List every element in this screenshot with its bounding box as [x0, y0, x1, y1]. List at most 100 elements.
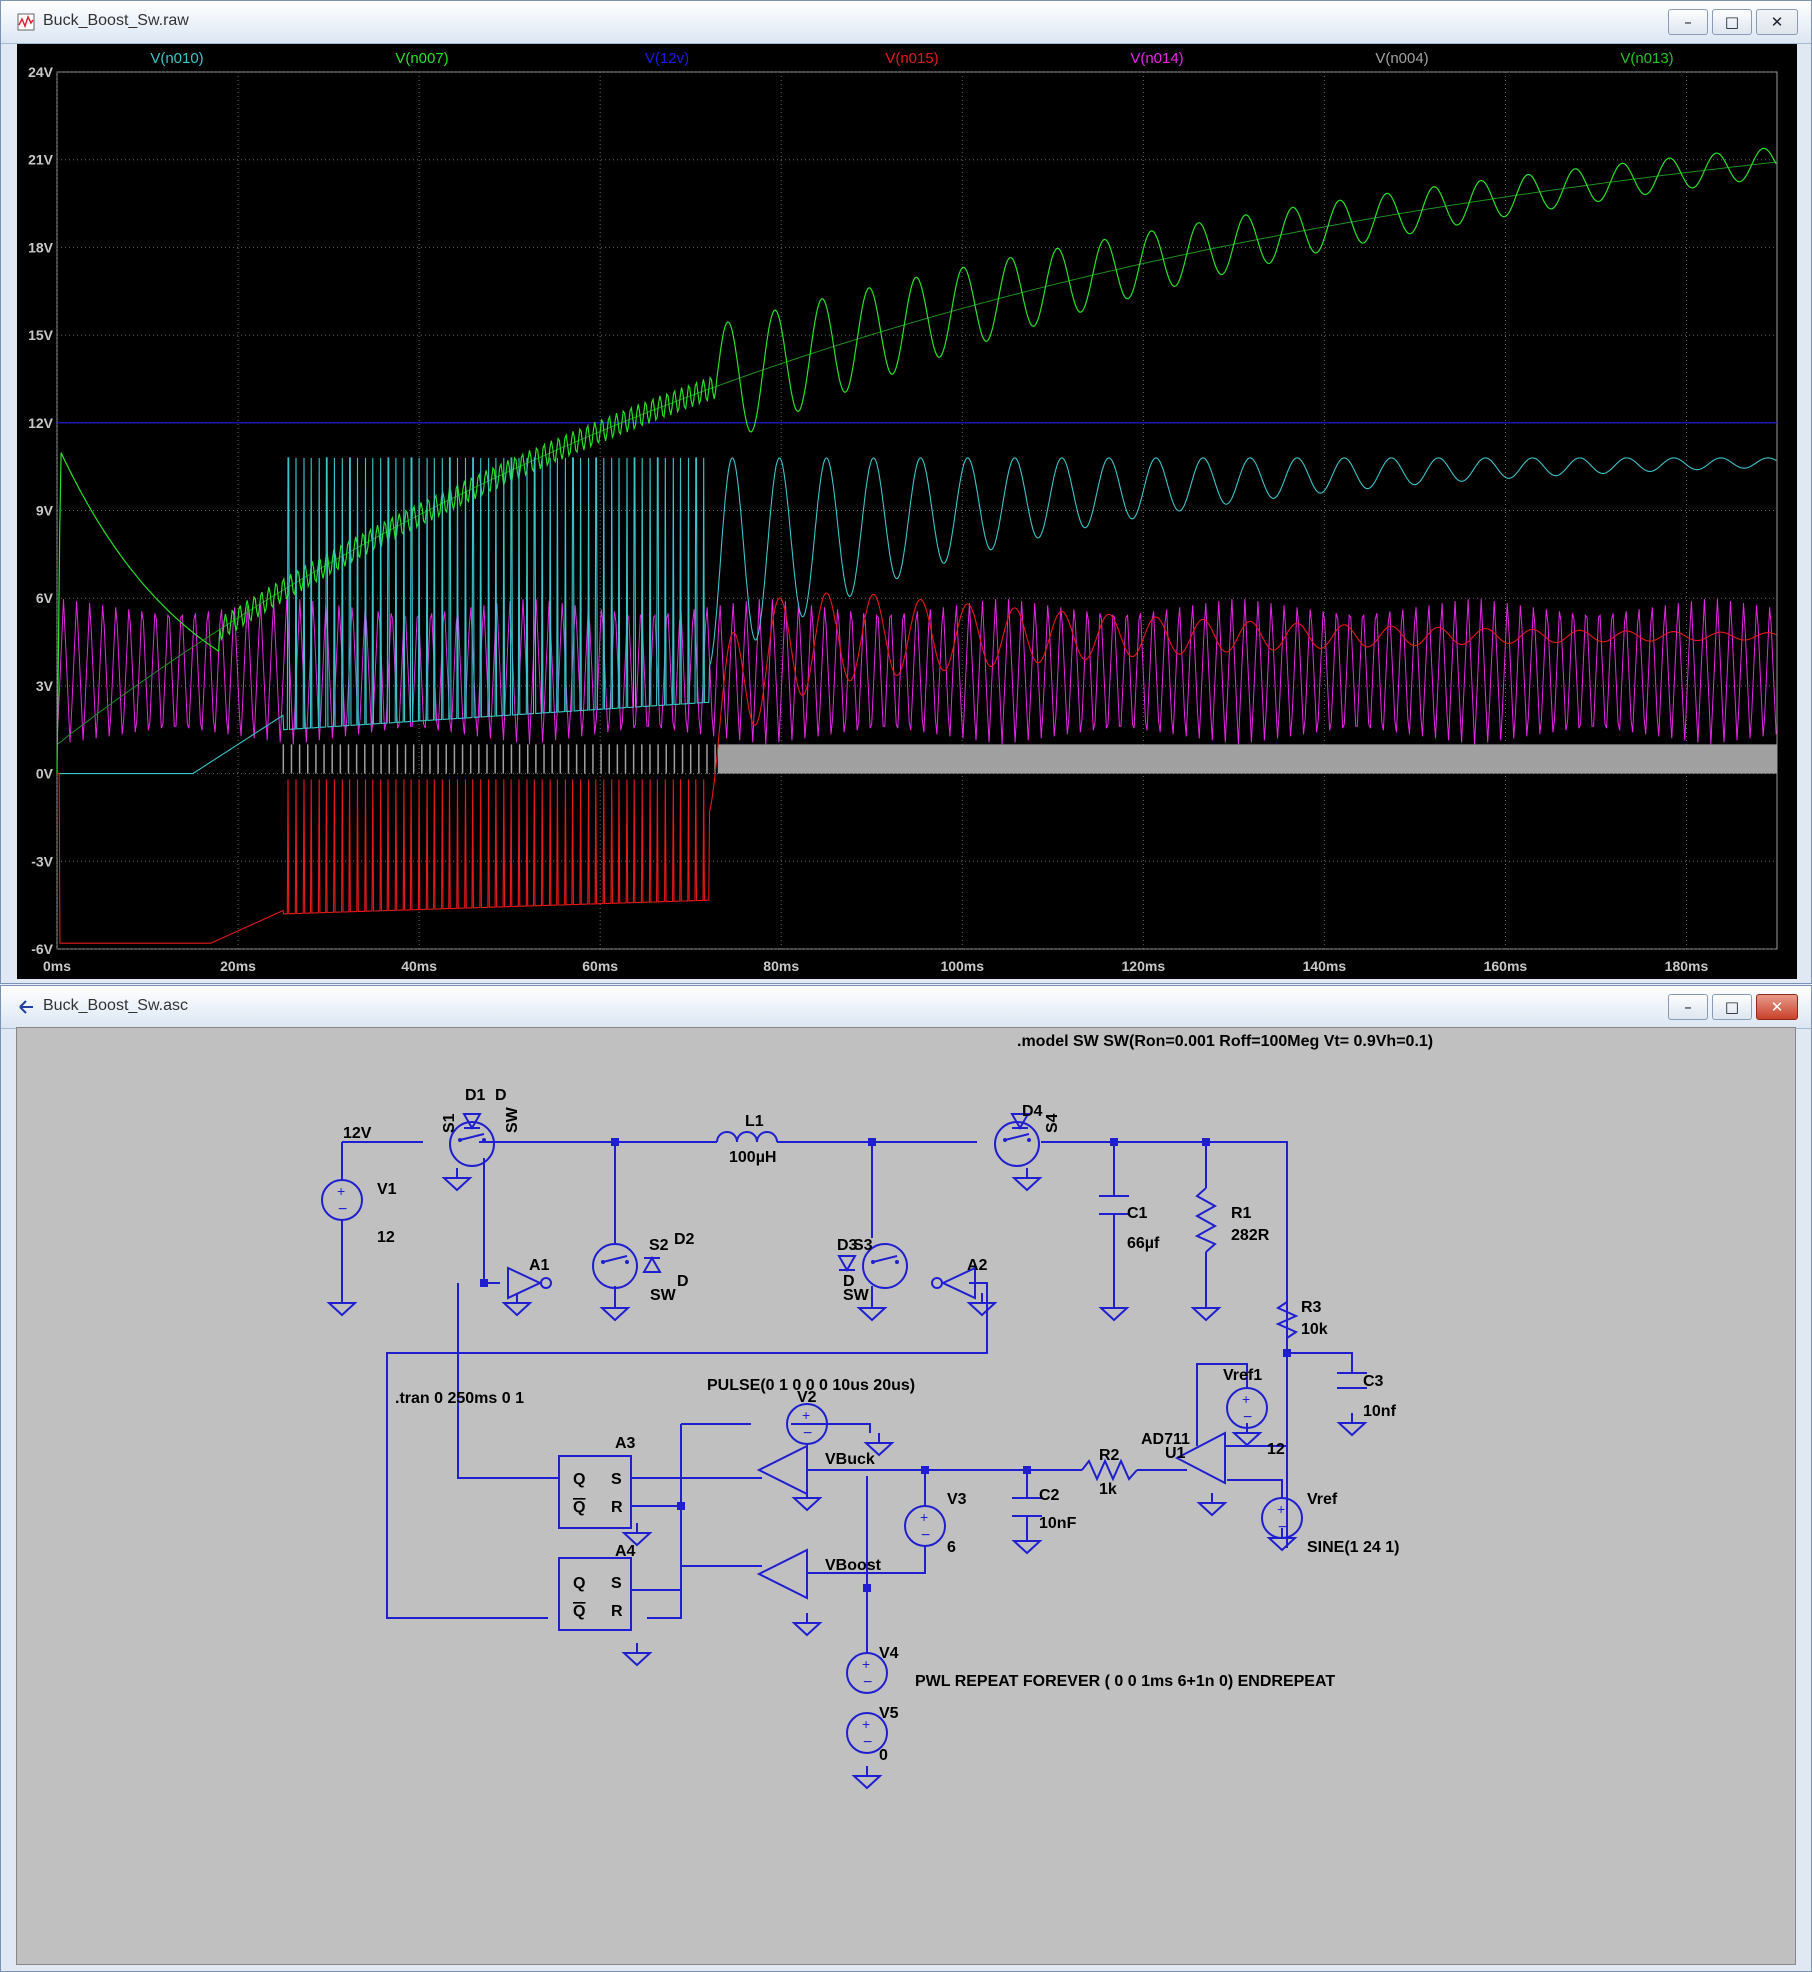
- d1-label: D1: [465, 1087, 486, 1104]
- s3-model: SW: [843, 1287, 870, 1304]
- y-tick-label: 18V: [28, 239, 54, 255]
- vref-label: Vref: [1307, 1491, 1338, 1508]
- schematic-titlebar[interactable]: Buck_Boost_Sw.asc – □ ✕: [1, 986, 1811, 1029]
- l1-inductor: [716, 1131, 778, 1143]
- a3-pin-s: S: [611, 1471, 622, 1488]
- a2-label: A2: [967, 1257, 988, 1274]
- v3-source: [904, 1505, 946, 1547]
- v3-label: V3: [947, 1491, 967, 1508]
- y-tick-label: 0V: [36, 766, 54, 782]
- trace-n004: [282, 744, 1778, 774]
- r1-resistor: [1194, 1187, 1218, 1253]
- c3-label: C3: [1363, 1373, 1384, 1390]
- r2-value: 1k: [1099, 1481, 1117, 1498]
- trace-n013: [56, 161, 1778, 745]
- r1-value: 282R: [1231, 1227, 1270, 1244]
- schematic-drawing[interactable]: +−: [17, 1028, 1795, 1964]
- s3-label: S3: [853, 1237, 873, 1254]
- c2-value: 10nF: [1039, 1515, 1077, 1532]
- l1-label: L1: [745, 1113, 764, 1130]
- s1-model: SW: [504, 1106, 521, 1133]
- v2-label: V2: [797, 1389, 817, 1406]
- close-button[interactable]: ✕: [1756, 994, 1798, 1020]
- x-tick-label: 60ms: [582, 958, 618, 974]
- legend-n004[interactable]: V(n004): [1375, 50, 1428, 67]
- legend-n007[interactable]: V(n007): [395, 50, 448, 67]
- net-12v: 12V: [343, 1125, 372, 1142]
- u1-label: U1: [1165, 1445, 1186, 1462]
- waveform-plot[interactable]: V(n010) V(n007) V(12v) V(n015) V(n014) V…: [17, 44, 1797, 979]
- v1-value: 12: [377, 1229, 395, 1246]
- vbuck-label: VBuck: [825, 1451, 875, 1468]
- v3-value: 6: [947, 1539, 956, 1556]
- legend-n014[interactable]: V(n014): [1130, 50, 1183, 67]
- s2-label: S2: [649, 1237, 669, 1254]
- s4-label: S4: [1044, 1113, 1061, 1133]
- restore-button[interactable]: □: [1712, 9, 1752, 35]
- x-tick-label: 140ms: [1303, 958, 1347, 974]
- trace-n014: [56, 599, 1777, 745]
- plot-traces: [56, 147, 1778, 944]
- trace-n007: [56, 147, 1777, 774]
- schematic-canvas[interactable]: +−: [16, 1027, 1796, 1965]
- model-directive[interactable]: .model SW SW(Ron=0.001 Roff=100Meg Vt= 0…: [1017, 1033, 1433, 1050]
- a4-pin-s: S: [611, 1575, 622, 1592]
- y-tick-label: 15V: [28, 327, 54, 343]
- waveform-file-icon: [17, 13, 35, 31]
- minimize-button[interactable]: –: [1668, 9, 1708, 35]
- a3-pin-q: Q: [573, 1471, 585, 1488]
- legend: V(n010) V(n007) V(12v) V(n015) V(n014) V…: [150, 50, 1673, 67]
- vref1-source: [1226, 1387, 1268, 1429]
- legend-12v[interactable]: V(12v): [645, 50, 689, 67]
- plot-pane[interactable]: V(n010) V(n007) V(12v) V(n015) V(n014) V…: [17, 44, 1797, 979]
- a3-flipflop: [558, 1455, 632, 1529]
- c2-label: C2: [1039, 1487, 1060, 1504]
- c1-label: C1: [1127, 1205, 1148, 1222]
- v1-label: V1: [377, 1181, 397, 1198]
- a3-label: A3: [615, 1435, 636, 1452]
- y-tick-label: -6V: [31, 941, 53, 957]
- x-tick-label: 20ms: [220, 958, 256, 974]
- d2-diode: [643, 1257, 661, 1273]
- r2-label: R2: [1099, 1447, 1120, 1464]
- y-tick-label: 21V: [28, 152, 54, 168]
- v4-label: V4: [879, 1645, 899, 1662]
- schematic-file-icon: [19, 1000, 33, 1014]
- a3-pin-r: R: [611, 1499, 623, 1516]
- d2-model: D: [677, 1273, 689, 1290]
- x-tick-label: 120ms: [1122, 958, 1166, 974]
- legend-n013[interactable]: V(n013): [1620, 50, 1673, 67]
- c1-value: 66µf: [1127, 1235, 1160, 1252]
- waveform-window-title: Buck_Boost_Sw.raw: [43, 12, 189, 29]
- vbuck-comparator: [756, 1444, 808, 1496]
- schematic-window-title: Buck_Boost_Sw.asc: [43, 997, 188, 1014]
- d2-label: D2: [674, 1231, 695, 1248]
- a1-label: A1: [529, 1257, 550, 1274]
- waveform-titlebar[interactable]: Buck_Boost_Sw.raw – □ ✕: [1, 1, 1811, 44]
- legend-n010[interactable]: V(n010): [150, 50, 203, 67]
- tran-directive[interactable]: .tran 0 250ms 0 1: [395, 1390, 524, 1407]
- n004-band: [717, 744, 1778, 774]
- x-tick-label: 0ms: [43, 958, 71, 974]
- y-tick-label: -3V: [31, 853, 53, 869]
- d1-model: D: [495, 1087, 507, 1104]
- y-tick-label: 6V: [36, 590, 54, 606]
- pwl-text[interactable]: PWL REPEAT FOREVER ( 0 0 1ms 6+1n 0) END…: [915, 1673, 1335, 1690]
- y-tick-label: 24V: [28, 64, 54, 80]
- r3-value: 10k: [1301, 1321, 1328, 1338]
- d3-diode: [838, 1255, 856, 1271]
- restore-button[interactable]: □: [1712, 994, 1752, 1020]
- l1-value: 100µH: [729, 1149, 776, 1166]
- y-tick-label: 12V: [28, 415, 54, 431]
- x-tick-label: 180ms: [1665, 958, 1709, 974]
- minimize-button[interactable]: –: [1668, 994, 1708, 1020]
- s1-label: S1: [441, 1113, 458, 1133]
- close-button[interactable]: ✕: [1756, 9, 1798, 35]
- c3-value: 10nf: [1363, 1403, 1397, 1420]
- y-tick-label: 9V: [36, 503, 54, 519]
- y-tick-label: 3V: [36, 678, 54, 694]
- vref-source: [1261, 1497, 1303, 1539]
- d4-label: D4: [1022, 1103, 1043, 1120]
- legend-n015[interactable]: V(n015): [885, 50, 938, 67]
- vref1-value: 12: [1267, 1441, 1285, 1458]
